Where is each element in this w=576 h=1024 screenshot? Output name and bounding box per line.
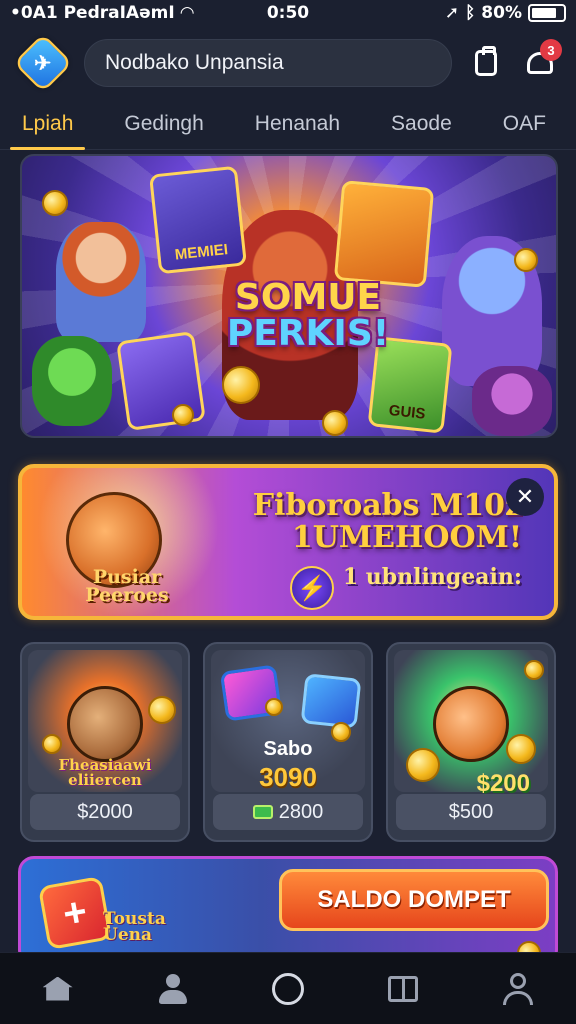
offer-card-3[interactable]: $200 $500	[386, 642, 556, 842]
coin-icon	[172, 404, 194, 426]
offer-card-1[interactable]: Fheasiaawi eliiercen $2000	[20, 642, 190, 842]
offer-art: $200	[394, 650, 548, 797]
hero-title-line1: SOMUE	[234, 277, 382, 318]
hero-character-cat	[472, 366, 552, 436]
wallet-banner[interactable]: + Tousta Uena SALDO DOMPET	[18, 856, 558, 966]
hero-character-goblin	[32, 336, 112, 426]
app-logo-icon[interactable]: ✈	[13, 33, 73, 93]
status-bar: •0A1 PedraІAəmI ◠ 0:50 ➚ ᛒ 80%	[0, 0, 576, 26]
offer-art: Sabo 3090	[211, 650, 365, 792]
coin-icon	[406, 748, 440, 782]
wifi-icon: ◠	[180, 3, 194, 23]
coin-icon	[265, 698, 283, 716]
cash-icon	[252, 805, 273, 819]
tab-saode[interactable]: Saode	[385, 100, 458, 148]
coin-icon	[148, 696, 176, 724]
nav-account[interactable]	[488, 959, 548, 1019]
promo-title-line2: 1UMEHOOM!	[291, 519, 522, 555]
hero-card-left-label: MEMIEI	[173, 241, 229, 264]
wallet-balance-button[interactable]: SALDO DOMPET	[279, 869, 549, 931]
hero-character-girl	[56, 222, 146, 342]
hero-card-right	[333, 180, 435, 288]
wallet-banner-label: Tousta Uena	[103, 910, 213, 946]
nav-center[interactable]	[258, 959, 318, 1019]
offer-price-button[interactable]: $2000	[30, 794, 180, 830]
bluetooth-icon: ᛒ	[465, 3, 476, 23]
offer-price-button[interactable]: $500	[396, 794, 546, 830]
promo-banner[interactable]: Pusiar Peeroes Fiboroabs M10z 1UMEHOOM! …	[18, 464, 558, 620]
tab-gedingh[interactable]: Gedingh	[118, 100, 209, 148]
location-icon: ➚	[444, 3, 460, 23]
wallet-icon	[475, 46, 497, 76]
bottom-nav	[0, 952, 576, 1024]
hero-title-line2: PERKIS!	[226, 313, 390, 354]
coin-icon	[222, 366, 260, 404]
square-tile-icon	[300, 673, 362, 729]
status-time: 0:50	[266, 3, 310, 23]
wallet-button[interactable]	[466, 43, 506, 83]
coin-icon	[42, 190, 68, 216]
hero-card-right-label: GUIS	[387, 401, 427, 423]
offer-card-2[interactable]: Sabo 3090 2800	[203, 642, 373, 842]
offer-caption-line2: eliiercen	[68, 771, 142, 789]
nav-profile[interactable]	[143, 959, 203, 1019]
offer-value: 3090	[259, 762, 317, 792]
offer-price: 2800	[278, 800, 324, 823]
offer-caption: Fheasiaawi eliiercen	[38, 758, 172, 788]
promo-title: Fiboroabs M10z 1UMEHOOM!	[182, 490, 522, 553]
nav-home[interactable]	[28, 959, 88, 1019]
search-value: Nodbako Unpansia	[105, 51, 284, 74]
fox-pet-image	[433, 686, 509, 762]
close-icon[interactable]: ✕	[506, 478, 544, 516]
home-icon	[42, 976, 73, 1001]
user-outline-icon	[503, 972, 534, 1005]
tab-oaf[interactable]: OAF	[497, 100, 552, 148]
battery-icon	[528, 4, 566, 22]
coin-icon	[524, 660, 544, 680]
hero-banner[interactable]: MEMIEI GUIS SOMUE PERKIS!	[20, 154, 558, 438]
hero-card-left: MEMIEI	[149, 165, 247, 275]
offer-title: Sabo	[263, 738, 313, 760]
book-icon	[388, 975, 419, 1002]
plus-tile-icon: +	[37, 875, 113, 951]
notification-badge: 3	[540, 39, 562, 61]
coin-icon	[322, 410, 348, 436]
carrier-label: •0A1 PedraІAəmI	[10, 3, 175, 23]
promo-title-line1: Fiboroabs M10z	[252, 488, 522, 523]
offer-price: $2000	[77, 800, 133, 823]
promo-pet-label-line2: Peeroes	[85, 584, 169, 607]
notification-button[interactable]: 3	[520, 39, 562, 83]
nav-book[interactable]	[373, 959, 433, 1019]
promo-subtitle: 1 ubnlingeain:	[342, 564, 522, 590]
circle-icon	[271, 972, 304, 1005]
tab-henanah[interactable]: Henanah	[249, 100, 346, 148]
promo-pet-label: Pusiar Peeroes	[62, 567, 192, 607]
app-header: ✈ Nodbako Unpansia 3	[0, 30, 576, 96]
party-pet-image	[67, 686, 143, 762]
wallet-banner-label-line2: Uena	[103, 925, 153, 946]
search-input[interactable]: Nodbako Unpansia	[84, 39, 452, 87]
offer-price: $500	[448, 800, 494, 823]
coin-icon	[514, 248, 538, 272]
battery-percent: 80%	[481, 3, 522, 23]
offer-art: Fheasiaawi eliiercen	[28, 650, 182, 792]
tab-lpiah[interactable]: Lpiah	[9, 100, 86, 150]
coin-icon	[42, 734, 62, 754]
coin-icon	[506, 734, 536, 764]
hero-title: SOMUE PERKIS!	[208, 280, 408, 352]
person-icon	[158, 973, 187, 1004]
offer-price-button[interactable]: 2800	[213, 794, 363, 830]
category-tabs: Lpiah Gedingh Henanah Saode OAF	[0, 98, 576, 150]
